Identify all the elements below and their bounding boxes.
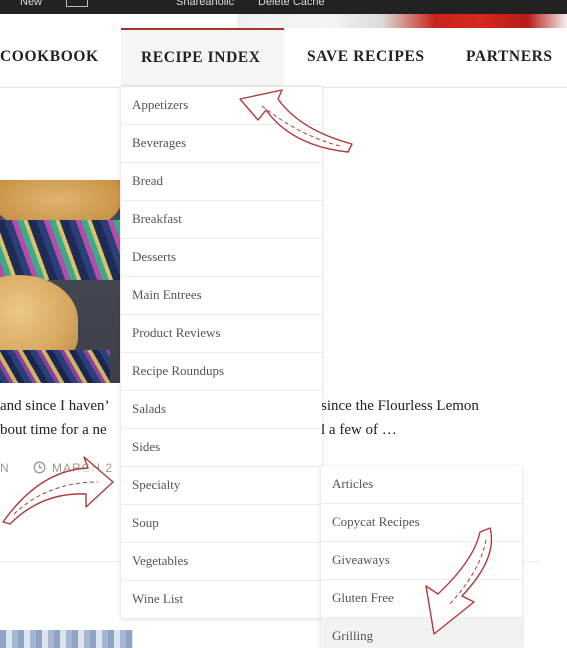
annotation-arrows — [2, 89, 493, 635]
hand-drawn-arrow-icon — [2, 456, 114, 525]
hand-drawn-arrow-icon — [239, 89, 353, 153]
hand-drawn-arrow-icon — [425, 527, 493, 635]
